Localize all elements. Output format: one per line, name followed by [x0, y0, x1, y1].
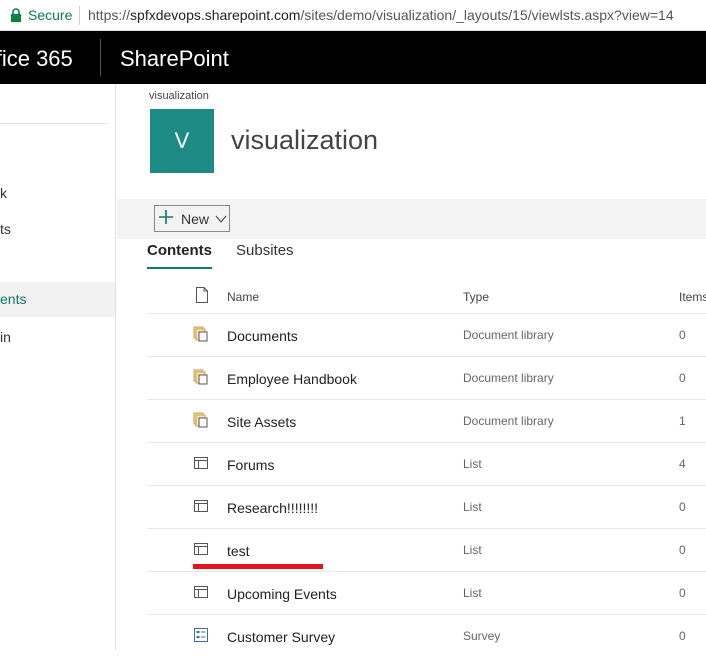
row-name-link[interactable]: Site Assets: [227, 414, 296, 430]
new-button[interactable]: New: [154, 205, 230, 232]
red-underline-annotation: [193, 564, 323, 569]
url-host: spfxdevops.sharepoint.com: [130, 7, 301, 23]
table-row[interactable]: Employee Handbook Document library 0: [147, 356, 706, 399]
table-row[interactable]: Customer Survey Survey 0: [147, 614, 706, 657]
suite-divider: [100, 39, 101, 76]
row-name-link[interactable]: Customer Survey: [227, 629, 335, 645]
tab-contents[interactable]: Contents: [147, 242, 212, 259]
left-navigation: k ts ents in: [0, 84, 116, 650]
lock-icon: [11, 8, 21, 22]
url-scheme: https://: [88, 7, 131, 23]
list-icon: [193, 584, 209, 600]
left-nav-item-label: ents: [0, 291, 27, 307]
row-item-count: 0: [679, 328, 686, 342]
plus-icon: [159, 210, 173, 224]
row-type: List: [463, 543, 482, 557]
table-row[interactable]: Upcoming Events List 0: [147, 571, 706, 614]
site-logo[interactable]: V: [150, 109, 214, 173]
command-bar: New: [117, 199, 706, 239]
row-item-count: 0: [679, 543, 686, 557]
row-type: Document library: [463, 414, 554, 428]
row-item-count: 0: [679, 500, 686, 514]
row-item-count: 0: [679, 371, 686, 385]
secure-label: Secure: [28, 7, 73, 23]
url-path: /sites/demo/visualization/_layouts/15/vi…: [300, 7, 674, 23]
left-nav-item-site-contents[interactable]: ents: [0, 282, 115, 317]
column-header-name[interactable]: Name: [227, 290, 259, 304]
active-tab-indicator: [147, 267, 212, 269]
url-text[interactable]: https://spfxdevops.sharepoint.com/sites/…: [88, 7, 674, 23]
left-nav-item[interactable]: ts: [0, 221, 11, 237]
row-type: List: [463, 457, 482, 471]
table-row[interactable]: Site Assets Document library 1: [147, 399, 706, 442]
list-icon: [193, 455, 209, 471]
row-type: Document library: [463, 328, 554, 342]
site-title[interactable]: visualization: [231, 125, 378, 156]
sharepoint-app-name[interactable]: SharePoint: [120, 46, 229, 72]
document-type-icon: [196, 287, 208, 303]
row-item-count: 1: [679, 414, 686, 428]
table-row[interactable]: Research!!!!!!!! List 0: [147, 485, 706, 528]
table-row[interactable]: Documents Document library 0: [147, 313, 706, 356]
address-bar[interactable]: Secure https://spfxdevops.sharepoint.com…: [0, 0, 706, 31]
row-item-count: 0: [679, 586, 686, 600]
row-name-link[interactable]: Upcoming Events: [227, 586, 337, 602]
suite-bar: ffice 365 SharePoint: [0, 31, 706, 84]
left-nav-item[interactable]: k: [0, 185, 7, 201]
document-library-icon: [193, 412, 209, 428]
row-name-link[interactable]: test: [227, 543, 250, 559]
list-icon: [193, 541, 209, 557]
office-365-brand[interactable]: ffice 365: [0, 46, 73, 72]
left-nav-item[interactable]: in: [0, 329, 11, 345]
list-header: Name Type Items: [147, 275, 706, 313]
row-type: List: [463, 586, 482, 600]
chevron-down-icon: [215, 215, 227, 223]
row-type: Document library: [463, 371, 554, 385]
row-name-link[interactable]: Employee Handbook: [227, 371, 357, 387]
row-type: List: [463, 500, 482, 514]
row-item-count: 0: [679, 629, 686, 643]
breadcrumb[interactable]: visualization: [149, 90, 209, 102]
table-row[interactable]: Forums List 4: [147, 442, 706, 485]
address-divider: [79, 6, 80, 25]
list-icon: [193, 498, 209, 514]
column-header-type[interactable]: Type: [463, 290, 489, 304]
document-library-icon: [193, 369, 209, 385]
row-type: Survey: [463, 629, 501, 643]
row-name-link[interactable]: Research!!!!!!!!: [227, 500, 318, 516]
row-name-link[interactable]: Forums: [227, 457, 274, 473]
column-header-items[interactable]: Items: [679, 290, 706, 304]
row-name-link[interactable]: Documents: [227, 328, 298, 344]
tab-subsites[interactable]: Subsites: [236, 242, 294, 259]
left-nav-divider: [0, 123, 107, 124]
document-library-icon: [193, 326, 209, 342]
row-item-count: 4: [679, 457, 686, 471]
new-button-label: New: [181, 211, 210, 227]
survey-icon: [193, 627, 209, 643]
